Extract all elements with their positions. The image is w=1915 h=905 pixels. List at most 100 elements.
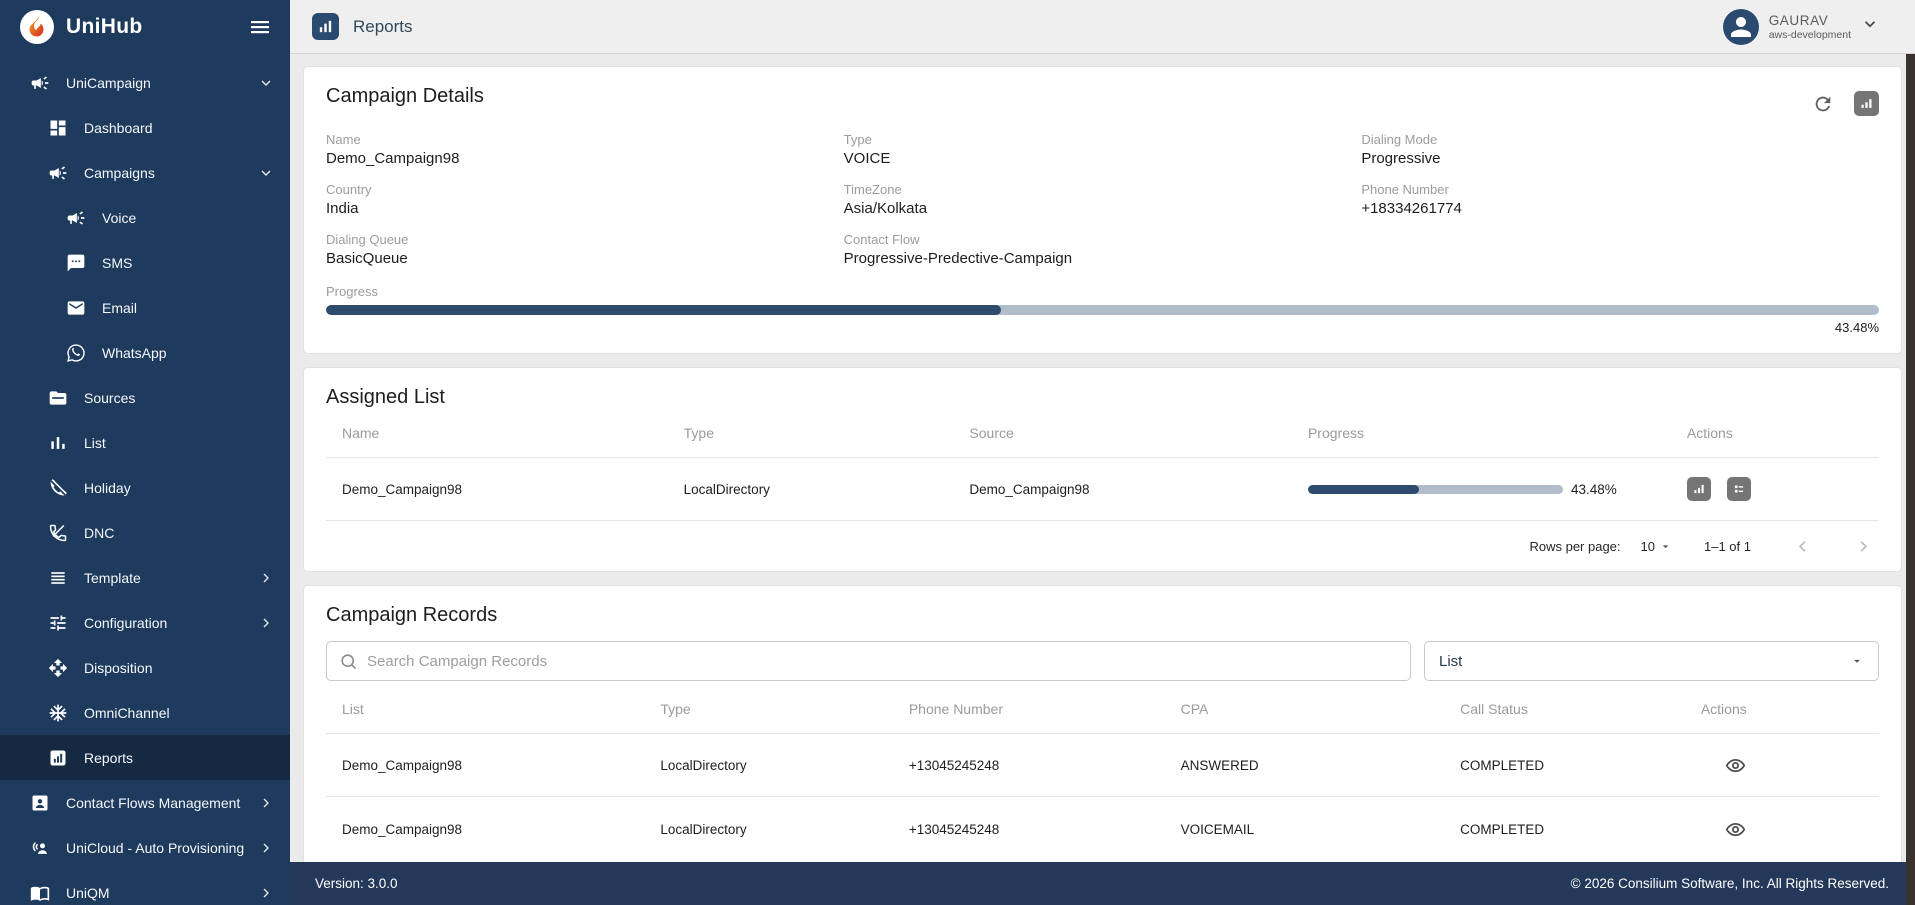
column-header-actions: Actions [1700, 701, 1747, 717]
field-timezone: TimeZone Asia/Kolkata [844, 182, 1362, 217]
field-value: India [326, 200, 359, 217]
lines-icon [48, 568, 68, 588]
sidebar-item-uniqm[interactable]: UniQM [0, 870, 290, 905]
field-type: Type VOICE [844, 132, 1362, 167]
chevron-right-icon [258, 885, 274, 901]
column-header-source: Source [969, 425, 1014, 441]
sidebar-item-voice[interactable]: Voice [0, 195, 290, 240]
sidebar-item-label: OmniChannel [84, 704, 170, 721]
sidebar-item-label: Sources [84, 389, 136, 406]
eye-icon [1725, 758, 1746, 772]
cell-list: Demo_Campaign98 [342, 821, 463, 837]
caret-down-icon [1854, 659, 1860, 663]
field-value: BasicQueue [326, 250, 408, 267]
chevron-down-icon [1861, 15, 1879, 38]
contact-card-icon [30, 793, 50, 813]
sidebar-item-dnc[interactable]: DNC [0, 510, 290, 555]
user-name: GAURAV [1768, 12, 1829, 28]
field-label: Country [326, 182, 372, 197]
sidebar-item-unicampaign[interactable]: UniCampaign [0, 60, 290, 105]
sidebar-item-label: Campaigns [84, 164, 155, 181]
chevron-right-icon [258, 795, 274, 811]
next-page-button[interactable] [1854, 537, 1873, 556]
sidebar-item-template[interactable]: Template [0, 555, 290, 600]
refresh-button[interactable] [1812, 93, 1834, 115]
cell-cpa: ANSWERED [1180, 757, 1259, 773]
field-label: Contact Flow [843, 232, 920, 247]
cell-phone: +13045245248 [908, 821, 1000, 837]
envelope-icon [66, 298, 86, 318]
avatar [1722, 8, 1759, 45]
field-value: Progressive-Predective-Campaign [843, 250, 1073, 267]
dashboard-icon [48, 118, 68, 138]
field-label: Name [326, 132, 361, 147]
cell-type: LocalDirectory [683, 481, 770, 497]
rows-per-page-select[interactable]: 10 [1641, 539, 1672, 554]
sidebar-item-configuration[interactable]: Configuration [0, 600, 290, 645]
vertical-scrollbar[interactable] [1906, 54, 1915, 905]
field-dialing-queue: Dialing Queue BasicQueue [326, 232, 844, 267]
pagination-range: 1–1 of 1 [1704, 538, 1751, 554]
field-contact-flow: Contact Flow Progressive-Predective-Camp… [844, 232, 1362, 267]
sidebar-item-list[interactable]: List [0, 420, 290, 465]
phone-off-icon [48, 523, 68, 543]
sidebar-item-contact-flows-management[interactable]: Contact Flows Management [0, 780, 290, 825]
field-country: Country India [326, 182, 844, 217]
sidebar-item-label: Template [84, 569, 141, 586]
row-progress-bar [1307, 484, 1563, 494]
sidebar-item-label: UniCloud - Auto Provisioning [66, 839, 245, 856]
sidebar-item-label: DNC [84, 524, 115, 541]
sidebar-item-dashboard[interactable]: Dashboard [0, 105, 290, 150]
sidebar-item-disposition[interactable]: Disposition [0, 645, 290, 690]
cell-actions [1685, 755, 1879, 776]
column-header-name: Name [342, 425, 380, 441]
field-label: TimeZone [843, 182, 902, 197]
field-value: Demo_Campaign98 [326, 150, 460, 167]
previous-page-button[interactable] [1793, 537, 1812, 556]
sidebar-item-label: Disposition [84, 659, 153, 676]
campaign-details-title: Campaign Details [326, 85, 484, 107]
sidebar-header: UniHub [0, 0, 290, 54]
column-header-actions: Actions [1686, 425, 1733, 441]
sidebar-item-label: Configuration [84, 614, 168, 631]
search-input[interactable] [367, 652, 1398, 670]
version-label: Version: 3.0.0 [315, 876, 398, 891]
megaphone-icon [30, 73, 50, 93]
sidebar-item-sms[interactable]: SMS [0, 240, 290, 285]
field-label: Dialing Mode [1361, 132, 1438, 147]
sidebar-item-reports[interactable]: Reports [0, 735, 290, 780]
search-box [326, 641, 1411, 681]
megaphone-icon [66, 208, 86, 228]
cell-actions [1671, 477, 1879, 501]
sidebar-item-whatsapp[interactable]: WhatsApp [0, 330, 290, 375]
cell-cpa: VOICEMAIL [1180, 821, 1255, 837]
row-summary-button[interactable] [1726, 477, 1751, 501]
user-menu[interactable]: GAURAV aws-development [1722, 8, 1879, 45]
campaign-analytics-button[interactable] [1854, 91, 1879, 116]
sidebar-item-email[interactable]: Email [0, 285, 290, 330]
sidebar-item-label: Dashboard [84, 119, 153, 136]
topbar: Reports GAURAV aws-development [290, 0, 1915, 54]
chevron-right-icon [258, 615, 274, 631]
field-label: Type [843, 132, 872, 147]
cloud-user-icon [30, 838, 50, 858]
view-record-button[interactable] [1701, 755, 1746, 776]
view-record-button[interactable] [1701, 819, 1746, 840]
sidebar-item-sources[interactable]: Sources [0, 375, 290, 420]
unihub-logo [20, 10, 54, 44]
record-type-select[interactable]: List [1423, 641, 1879, 681]
cell-list: Demo_Campaign98 [342, 757, 463, 773]
sliders-icon [48, 613, 68, 633]
hamburger-menu-icon[interactable] [248, 15, 272, 39]
folder-icon [48, 388, 68, 408]
sidebar-item-label: UniCampaign [66, 74, 151, 91]
sidebar-item-campaigns[interactable]: Campaigns [0, 150, 290, 195]
column-header-type: Type [660, 701, 691, 717]
table-row: Demo_Campaign98 LocalDirectory +13045245… [326, 797, 1879, 861]
sidebar-item-label: Holiday [84, 479, 131, 496]
row-analytics-button[interactable] [1686, 477, 1711, 501]
sidebar-item-holiday[interactable]: Holiday [0, 465, 290, 510]
sidebar-item-unicloud-auto-provisioning[interactable]: UniCloud - Auto Provisioning [0, 825, 290, 870]
sidebar-item-omnichannel[interactable]: OmniChannel [0, 690, 290, 735]
pagination: Rows per page: 10 1–1 of 1 [326, 521, 1879, 571]
